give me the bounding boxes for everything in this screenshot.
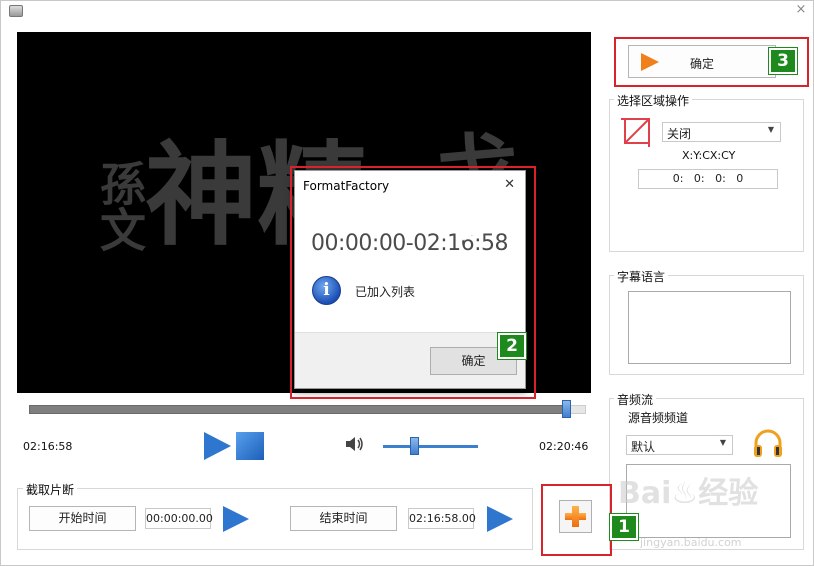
end-time-play-button[interactable] (487, 506, 513, 532)
volume-thumb[interactable] (410, 437, 419, 455)
baidu-watermark-url: jingyan.baidu.com (640, 536, 742, 549)
annotation-badge-1: 1 (609, 513, 639, 541)
speaker-icon[interactable] (345, 436, 365, 452)
window-close-button[interactable]: × (793, 2, 809, 18)
end-time-button[interactable]: 结束时间 (290, 506, 397, 531)
baidu-watermark: Bai♨经验 (618, 476, 759, 511)
annotation-badge-2: 2 (497, 332, 527, 360)
region-select[interactable]: 关闭 ▼ (662, 122, 781, 142)
audio-channel-label: 源音频频道 (628, 411, 689, 425)
audio-channel-select[interactable]: 默认 ▼ (626, 435, 733, 455)
current-time: 02:16:58 (23, 440, 73, 453)
play-button[interactable] (204, 432, 231, 460)
subtitle-language-list[interactable] (628, 291, 791, 364)
crop-icon[interactable] (620, 114, 654, 148)
app-icon (9, 5, 23, 17)
start-time-button[interactable]: 开始时间 (29, 506, 136, 531)
audio-select-value: 默认 (631, 440, 656, 454)
start-time-play-button[interactable] (223, 506, 249, 532)
region-group-title: 选择区域操作 (614, 92, 693, 109)
timeline-remaining[interactable] (569, 405, 586, 414)
coords-field[interactable]: 0: 0: 0: 0 (638, 169, 778, 189)
end-time-field[interactable]: 02:16:58.00 (408, 508, 476, 529)
calligraphy-seal-text: 孫文 (93, 160, 147, 252)
volume-track[interactable] (383, 445, 478, 448)
audio-group-title: 音频流 (614, 391, 657, 408)
coords-label: X:Y:CX:CY (682, 149, 736, 162)
timeline-thumb[interactable] (562, 400, 571, 418)
annotation-box-2 (290, 166, 536, 399)
region-select-value: 关闭 (667, 127, 692, 141)
speaker-icon-svg (346, 437, 363, 451)
annotation-box-1 (541, 484, 612, 556)
chevron-down-icon: ▼ (767, 125, 774, 134)
start-time-field[interactable]: 00:00:00.00 (145, 508, 213, 529)
stop-button[interactable] (236, 432, 264, 460)
clip-group-title: 截取片断 (23, 481, 78, 498)
subtitle-group-title: 字幕语言 (614, 268, 669, 285)
chevron-down-icon: ▼ (719, 438, 726, 447)
timeline-track[interactable] (29, 405, 569, 414)
annotation-badge-3: 3 (768, 47, 798, 75)
total-time: 02:20:46 (539, 440, 589, 453)
headphones-icon (754, 429, 782, 457)
